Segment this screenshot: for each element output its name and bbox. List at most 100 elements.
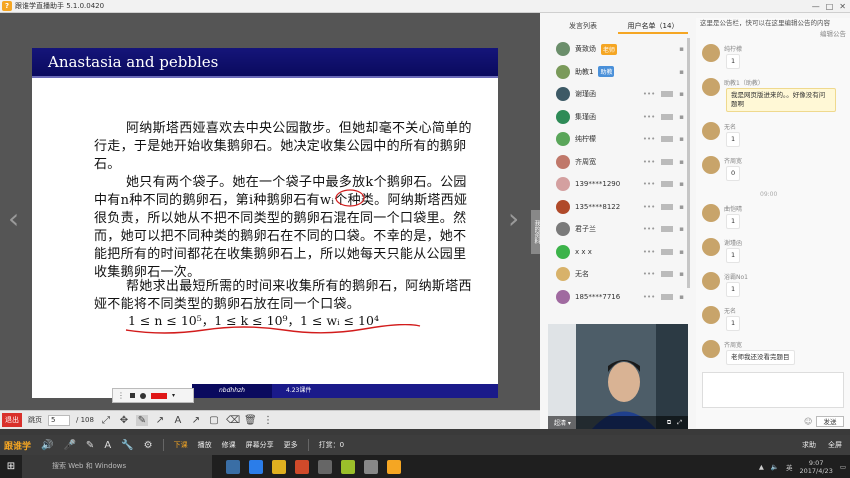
user-speak-toggle[interactable] [661,181,674,188]
taskbar-search[interactable]: 搜索 Web 和 Windows [22,455,212,478]
user-speak-toggle[interactable] [661,203,674,210]
user-list-item[interactable]: 185****7716 ••• ▪ [548,286,688,309]
user-list-scrollbar[interactable] [687,38,690,288]
color-dropdown-icon[interactable]: ▾ [172,392,175,399]
rectangle-icon[interactable]: ▢ [208,415,220,426]
expand-icon[interactable]: ⤢ [677,419,682,427]
user-list-item[interactable]: 黄致炀 老师 ▪ [548,38,688,61]
tab-user-list[interactable]: 用户名单（14） [618,18,688,34]
close-button[interactable]: ✕ [839,2,846,11]
user-list-item[interactable]: 谢瑾函 ••• ▪ [548,83,688,106]
user-more-icon[interactable]: ••• [643,158,655,166]
minimize-button[interactable]: — [812,2,820,11]
small-square-brush-icon[interactable] [130,393,135,398]
app2-icon[interactable] [364,459,378,474]
window-title-bar: ? 跟谁学直播助手 5.1.0.0420 — □ ✕ [0,0,850,13]
record-button[interactable]: 修课 [222,440,236,450]
prev-slide-icon[interactable]: ‹ [8,205,19,233]
ime-indicator[interactable]: 英 [786,462,793,472]
more-button[interactable]: 更多 [284,440,298,450]
speaker-icon[interactable]: 🔊 [41,440,53,451]
user-list-item[interactable]: 纯柠檬 ••• ▪ [548,128,688,151]
user-speak-toggle[interactable] [661,113,674,120]
folder-icon[interactable] [272,459,286,474]
end-class-button[interactable]: 下课 [174,440,188,450]
screen-share-button[interactable]: 屏幕分享 [246,440,274,450]
calendar-icon[interactable] [318,459,332,474]
maximize-button[interactable]: □ [826,2,834,11]
chat-avatar [702,78,720,96]
user-more-icon[interactable]: ••• [643,180,655,188]
video-quality-select[interactable]: 超清 ▾ [554,418,571,427]
user-more-icon[interactable]: ••• [643,203,655,211]
more-tools-icon[interactable]: ⋮ [262,415,274,426]
user-speak-toggle[interactable] [661,271,674,278]
user-speak-toggle[interactable] [661,226,674,233]
chat-avatar [702,204,720,222]
slide-paragraph-1: 阿纳斯塔西娅喜欢去中央公园散步。但她却毫不关心简单的 行走，于是她开始收集鹅卵石… [94,121,472,172]
fullscreen-button[interactable]: 全屏 [828,440,842,450]
tab-speech-list[interactable]: 发言列表 [548,18,618,34]
user-more-icon[interactable]: ••• [643,113,655,121]
user-list-item[interactable]: 君子兰 ••• ▪ [548,218,688,241]
user-speak-toggle[interactable] [661,248,674,255]
page-input[interactable]: 5 [48,414,70,426]
send-button[interactable]: 发送 [816,416,844,427]
eraser-icon[interactable]: ⌫ [226,415,240,426]
user-speak-toggle[interactable] [661,158,674,165]
browser-icon[interactable] [249,459,263,474]
user-more-icon[interactable]: ••• [643,135,655,143]
play-button[interactable]: 播放 [198,440,212,450]
user-more-icon[interactable]: ••• [643,90,655,98]
app-icon[interactable] [341,459,355,474]
move-icon[interactable]: ✥ [118,415,130,426]
user-more-icon[interactable]: ••• [643,270,655,278]
edit-announcement-button[interactable]: 编辑公告 [700,29,846,40]
chat-input[interactable] [702,372,844,408]
popout-icon[interactable]: ⧉ [667,419,671,427]
user-speak-toggle[interactable] [661,91,674,98]
drag-handle-icon[interactable]: ⋮ [117,391,125,400]
settings-icon[interactable]: ⚙ [144,440,153,451]
chat-avatar [702,340,720,358]
fit-icon[interactable]: ⤢ [100,415,112,426]
text-icon[interactable]: A [172,415,184,426]
user-more-icon[interactable]: ••• [643,225,655,233]
notification-icon[interactable]: ▭ [840,463,846,471]
user-name: 齐周宽 [575,157,596,166]
round-brush-icon[interactable] [140,392,146,399]
help-button[interactable]: 求助 [802,440,816,450]
user-list-item[interactable]: x x x ••• ▪ [548,241,688,264]
user-list-item[interactable]: 135****8122 ••• ▪ [548,196,688,219]
taskbar-clock[interactable]: 9:07 2017/4/23 [800,459,833,475]
tray-volume-icon[interactable]: 🔈 [771,463,779,471]
user-more-icon[interactable]: ••• [643,293,655,301]
user-list-item[interactable]: 齐周宽 ••• ▪ [548,151,688,174]
user-more-icon[interactable]: ••• [643,248,655,256]
next-slide-icon[interactable]: › [508,205,519,233]
user-speak-toggle[interactable] [661,293,674,300]
user-list-item[interactable]: 集瑾函 ••• ▪ [548,106,688,129]
pen-icon[interactable]: ✎ [135,414,148,426]
wrench-icon[interactable]: 🔧 [121,440,133,451]
microphone-icon[interactable]: 🎤 [63,440,75,451]
user-list-item[interactable]: 139****1290 ••• ▪ [548,173,688,196]
user-speak-toggle[interactable] [661,136,674,143]
red-color-swatch[interactable] [151,392,167,399]
arrow-icon[interactable]: ↗ [190,415,202,426]
clear-icon[interactable]: 🗑 [244,415,257,426]
text-tool-icon[interactable]: A [104,440,111,451]
user-list-item[interactable]: 助教1 助教 ▪ [548,61,688,84]
chrome-icon[interactable] [295,459,309,474]
tray-network-icon[interactable]: ▲ [759,463,764,471]
user-avatar [556,199,570,214]
line-icon[interactable]: ↗ [154,415,166,426]
brush-icon[interactable]: ✎ [86,440,94,451]
windows-start-icon[interactable]: ⊞ [0,461,22,472]
device-icon: ▪ [679,112,684,121]
exit-button[interactable]: 退出 [2,413,22,427]
genshuixue-app-icon[interactable] [387,459,401,474]
user-list-item[interactable]: 无名 ••• ▪ [548,263,688,286]
task-view-icon[interactable] [226,459,240,474]
emoji-icon[interactable]: ☺ [804,417,812,426]
